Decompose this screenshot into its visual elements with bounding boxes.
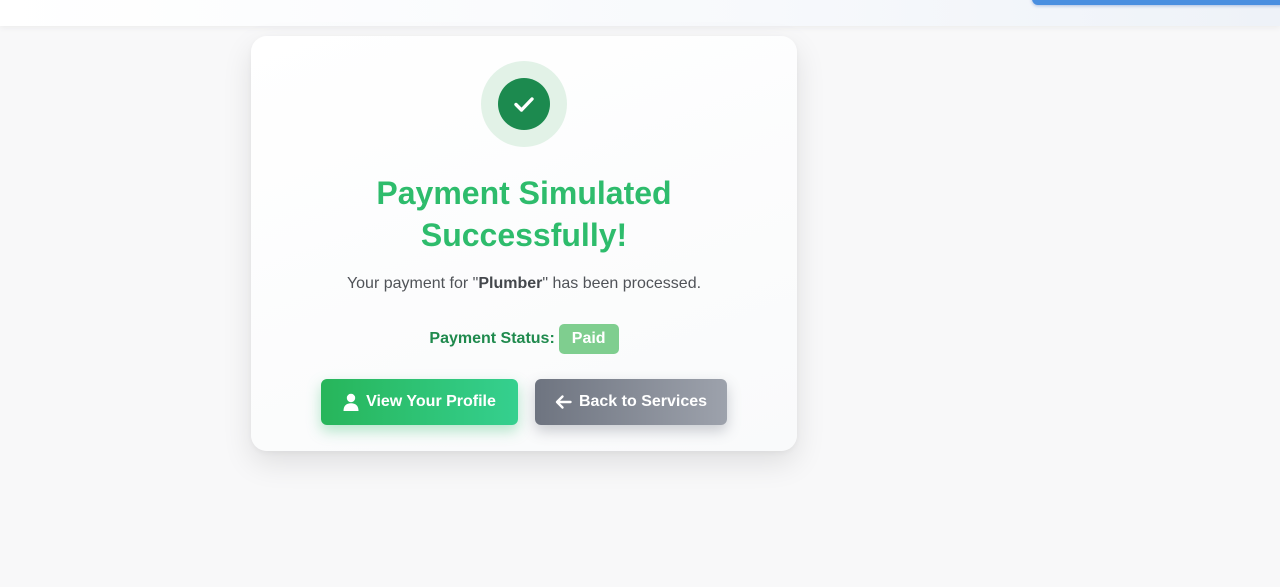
top-navbar [0,0,1280,26]
back-to-services-button[interactable]: Back to Services [535,379,727,425]
user-icon [343,393,359,411]
arrow-left-icon [555,394,572,410]
service-name: Plumber [478,275,543,292]
payment-success-card: Payment Simulated Successfully! Your pay… [251,36,797,451]
message-suffix: " has been processed. [542,275,702,292]
view-profile-label: View Your Profile [366,393,496,410]
check-icon [498,78,550,130]
payment-status-label: Payment Status: [429,330,555,347]
view-profile-button[interactable]: View Your Profile [321,379,518,425]
success-icon-ring [481,61,567,147]
payment-status-row: Payment Status: Paid [251,324,797,354]
payment-message: Your payment for "Plumber" has been proc… [251,274,797,294]
back-to-services-label: Back to Services [578,393,708,410]
message-prefix: Your payment for " [346,275,479,292]
status-badge: Paid [558,324,619,354]
navbar-button[interactable] [1032,0,1280,5]
page-title: Payment Simulated Successfully! [376,175,672,253]
